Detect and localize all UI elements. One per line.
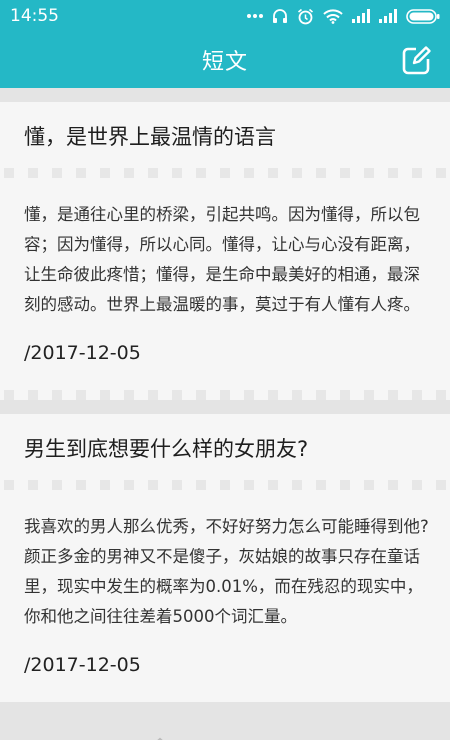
dotted-divider — [4, 480, 446, 490]
wifi-icon — [323, 8, 343, 24]
article-card[interactable]: 男生到底想要什么样的女朋友? 我喜欢的男人那么优秀，不好好努力怎么可能睡得到他?… — [0, 414, 450, 702]
page-title: 短文 — [201, 50, 248, 75]
article-body: 懂，是通往心里的桥梁，引起共鸣。因为懂得，所以包容；因为懂得，所以心同。懂得，让… — [24, 205, 420, 314]
edit-icon[interactable] — [402, 45, 432, 75]
headset-icon — [273, 9, 287, 23]
article-feed: 懂，是世界上最温情的语言 懂，是通往心里的桥梁，引起共鸣。因为懂得，所以包容；因… — [0, 88, 450, 702]
app-bar: 短文 — [0, 32, 450, 88]
article-title: 懂，是世界上最温情的语言 — [24, 125, 276, 149]
status-time: 14:55 — [10, 6, 59, 26]
battery-icon — [406, 8, 440, 24]
article-body: 我喜欢的男人那么优秀，不好好努力怎么可能睡得到他? 颜正多金的男神又不是傻子，灰… — [24, 517, 429, 626]
dotted-divider — [4, 168, 446, 178]
scroll-up-indicator-icon — [157, 737, 163, 740]
article-card[interactable]: 懂，是世界上最温情的语言 懂，是通往心里的桥梁，引起共鸣。因为懂得，所以包容；因… — [0, 102, 450, 400]
article-title: 男生到底想要什么样的女朋友? — [24, 437, 309, 461]
more-dots-icon — [247, 14, 263, 18]
alarm-icon — [297, 8, 314, 24]
status-bar: 14:55 — [0, 0, 450, 32]
article-date: /2017-12-05 — [24, 342, 141, 364]
signal-icon — [352, 9, 370, 23]
dotted-divider — [4, 390, 446, 400]
signal-icon-2 — [379, 9, 397, 23]
article-date: /2017-12-05 — [24, 654, 141, 676]
status-icons — [247, 8, 440, 25]
